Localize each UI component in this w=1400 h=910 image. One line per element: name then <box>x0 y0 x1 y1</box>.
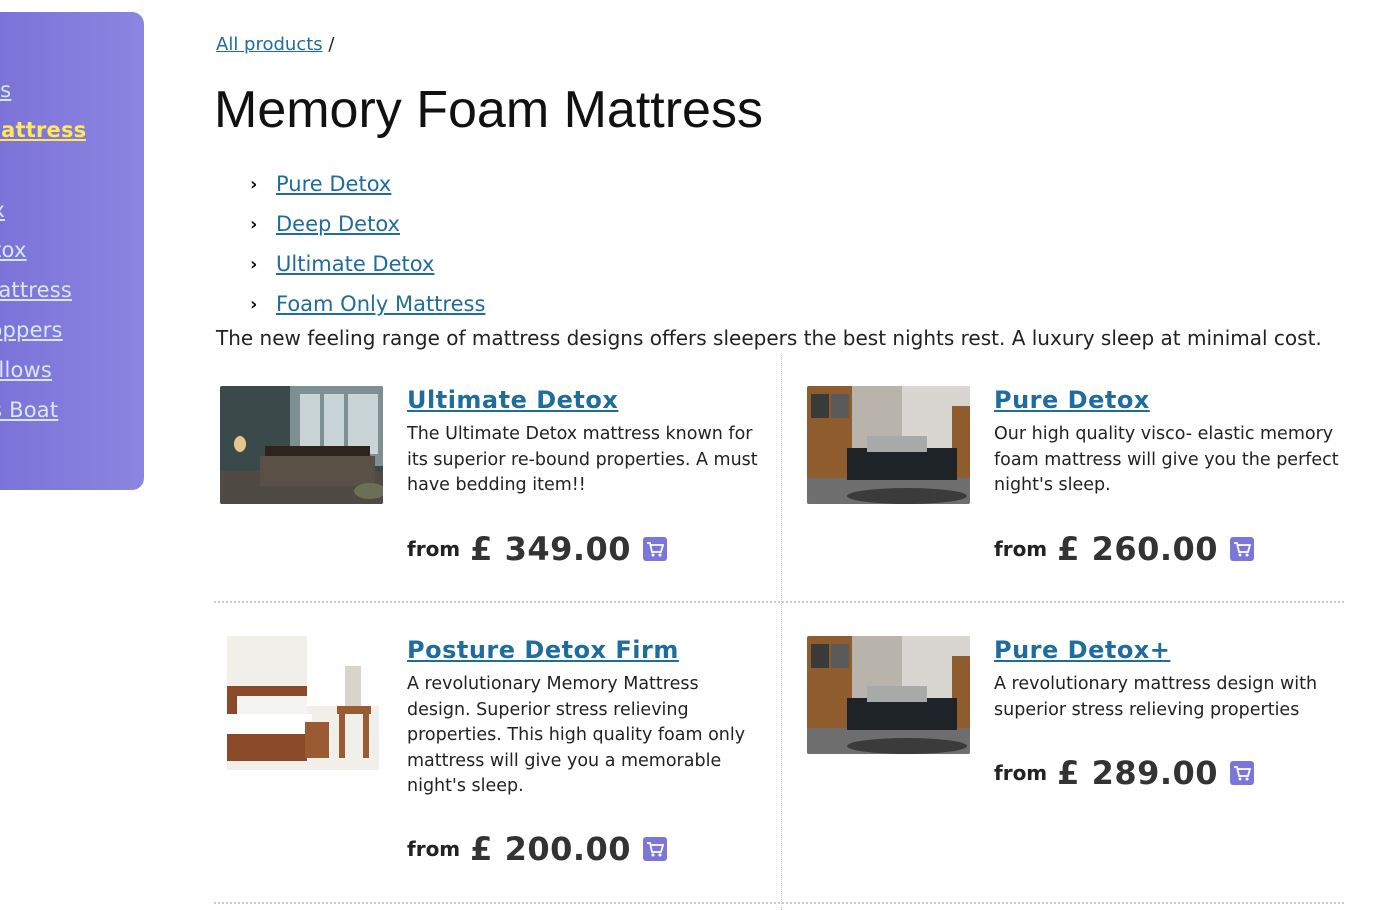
product-image[interactable] <box>807 386 970 504</box>
subcategory-item: › Deep Detox <box>250 204 485 244</box>
sidebar-item-link[interactable]: Mattress <box>0 118 86 142</box>
product-description: Our high quality visco- elastic memory f… <box>994 424 1339 495</box>
product-image[interactable] <box>227 636 379 770</box>
product-price-row: from £ 289.00 <box>994 754 1255 792</box>
page-title: Memory Foam Mattress <box>214 81 763 139</box>
grid-divider-vertical <box>781 355 782 910</box>
grid-divider-horizontal <box>214 902 1344 904</box>
shopping-cart-icon <box>647 842 665 857</box>
subcategory-item: › Ultimate Detox <box>250 244 485 284</box>
add-to-cart-button[interactable] <box>1230 761 1255 785</box>
sidebar-item-active[interactable]: Mattress <box>0 118 86 158</box>
chevron-right-icon: › <box>250 213 258 235</box>
category-list: cts Mattress x ox etox Mattress Toppers … <box>0 78 86 438</box>
subcategory-link[interactable]: Ultimate Detox <box>276 252 434 276</box>
sidebar-item-link[interactable]: Mattress <box>0 278 72 302</box>
breadcrumb-separator: / <box>322 34 335 55</box>
shopping-cart-icon <box>1234 766 1252 781</box>
breadcrumb: All products / <box>216 34 334 55</box>
product-price-row: from £ 200.00 <box>407 830 668 868</box>
sidebar-item[interactable]: cts <box>0 78 86 118</box>
price-prefix: from <box>407 837 461 861</box>
sidebar-item[interactable]: ox <box>0 198 86 238</box>
price-prefix: from <box>994 537 1048 561</box>
product-card: Pure Detox Our high quality visco- elast… <box>807 386 1367 626</box>
chevron-right-icon: › <box>250 173 258 195</box>
product-image[interactable] <box>807 636 970 754</box>
sidebar-item[interactable]: Pillows <box>0 358 86 398</box>
subcategory-item: › Foam Only Mattress <box>250 284 485 324</box>
product-price: £ 349.00 <box>470 530 632 568</box>
product-image[interactable] <box>220 386 383 504</box>
sidebar-item-link[interactable]: Toppers <box>0 318 63 342</box>
product-description: The Ultimate Detox mattress known for it… <box>407 424 758 495</box>
sidebar-item[interactable]: ss Boat <box>0 398 86 438</box>
sidebar-item[interactable]: Toppers <box>0 318 86 358</box>
add-to-cart-button[interactable] <box>1230 537 1255 561</box>
sidebar-item-link[interactable]: ss Boat <box>0 398 58 422</box>
subcategory-link[interactable]: Pure Detox <box>276 172 391 196</box>
subcategory-link[interactable]: Deep Detox <box>276 212 400 236</box>
product-title-link[interactable]: Posture Detox Firm <box>407 636 679 664</box>
add-to-cart-button[interactable] <box>643 537 668 561</box>
shopping-cart-icon <box>647 542 665 557</box>
sidebar-item-link[interactable]: etox <box>0 238 27 262</box>
chevron-right-icon: › <box>250 253 258 275</box>
sidebar-item[interactable]: x <box>0 158 86 198</box>
product-title-link[interactable]: Pure Detox+ <box>994 636 1170 664</box>
product-description: A revolutionary mattress design with sup… <box>994 674 1318 720</box>
category-sidebar: cts Mattress x ox etox Mattress Toppers … <box>0 12 144 490</box>
chevron-right-icon: › <box>250 293 258 315</box>
sidebar-item-link[interactable]: ox <box>0 198 5 222</box>
product-price-row: from £ 349.00 <box>407 530 668 568</box>
product-card: Ultimate Detox The Ultimate Detox mattre… <box>220 386 780 626</box>
subcategory-item: › Pure Detox <box>250 164 485 204</box>
sidebar-item-link[interactable]: cts <box>0 78 11 102</box>
breadcrumb-link-all-products[interactable]: All products <box>216 34 323 55</box>
product-card: Pure Detox+ A revolutionary mattress des… <box>807 636 1367 876</box>
sidebar-item[interactable]: etox <box>0 238 86 278</box>
add-to-cart-button[interactable] <box>643 837 668 861</box>
product-title-link[interactable]: Pure Detox <box>994 386 1150 414</box>
price-prefix: from <box>994 761 1048 785</box>
product-price-row: from £ 260.00 <box>994 530 1255 568</box>
product-price: £ 289.00 <box>1057 754 1219 792</box>
sidebar-item-link[interactable]: Pillows <box>0 358 52 382</box>
subcategory-link[interactable]: Foam Only Mattress <box>276 292 485 316</box>
sidebar-item[interactable]: Mattress <box>0 278 86 318</box>
product-card: Posture Detox Firm A revolutionary Memor… <box>220 636 780 876</box>
product-description: A revolutionary Memory Mattress design. … <box>407 674 746 796</box>
shopping-cart-icon <box>1234 542 1252 557</box>
subcategory-list: › Pure Detox › Deep Detox › Ultimate Det… <box>250 164 485 324</box>
product-title-link[interactable]: Ultimate Detox <box>407 386 618 414</box>
product-price: £ 260.00 <box>1057 530 1219 568</box>
product-price: £ 200.00 <box>470 830 632 868</box>
category-intro-text: The new feeling range of mattress design… <box>216 326 1322 350</box>
price-prefix: from <box>407 537 461 561</box>
